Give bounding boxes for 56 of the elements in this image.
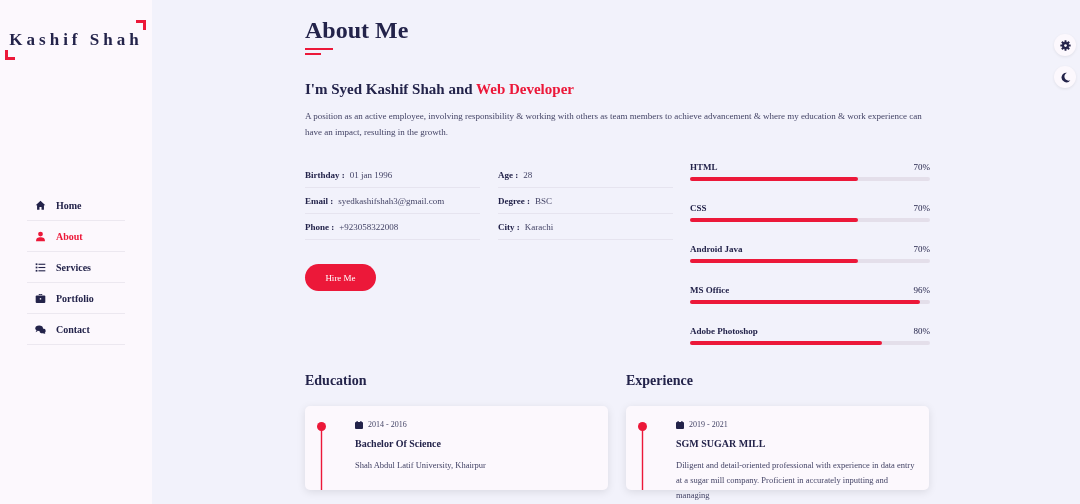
settings-button[interactable]: [1054, 34, 1076, 56]
nav-item[interactable]: About: [27, 221, 125, 252]
entry-description: Diligent and detail-oriented professional with experience in data entry at a sugar mill company. Proficient in accurately inputting and managing: [676, 459, 916, 502]
briefcase-icon: [35, 292, 46, 304]
person-icon: [35, 230, 46, 242]
logo[interactable]: Kashif Shah: [9, 30, 143, 50]
chat-bubbles-icon: [35, 323, 46, 335]
corner-mark: [5, 50, 15, 60]
info-value: BSC: [535, 195, 553, 206]
entry-title: SGM SUGAR MILL: [676, 438, 767, 449]
info-value: syedkashifshah3@gmail.com: [338, 195, 445, 206]
skill-percent: 96%: [913, 285, 930, 295]
skill-percent: 70%: [913, 203, 930, 213]
nav-item[interactable]: Contact: [27, 314, 125, 345]
dark-mode-button[interactable]: [1054, 66, 1076, 88]
skill-name: HTML: [690, 162, 718, 172]
title-underline: [305, 48, 333, 55]
skill-percent: 70%: [913, 244, 930, 254]
moon-icon: [1059, 71, 1071, 83]
info-label: Email :: [305, 195, 334, 206]
entry-description: Shah Abdul Latif University, Khairpur: [355, 459, 487, 472]
calendar-icon: [355, 420, 363, 429]
nav-item[interactable]: Home: [27, 190, 125, 221]
date-range: 2019 - 2021: [689, 420, 728, 429]
intro-heading: I'm Syed Kashif Shah and Web Developer: [305, 81, 575, 98]
info-label: Age :: [498, 169, 519, 180]
intro-paragraph: A position as an active employee, involving responsibility & working with others as team members to achieve advancement & where my education & work experience can have an impact, resulting in the growth.: [305, 110, 923, 139]
info-label: Degree :: [498, 195, 531, 206]
page-title: About Me: [305, 16, 410, 45]
date-range: 2014 - 2016: [368, 420, 407, 429]
skill-name: Adobe Photoshop: [690, 326, 758, 336]
info-value: Karachi: [524, 221, 554, 232]
section-heading: Experience: [626, 373, 694, 389]
info-label: City :: [498, 221, 520, 232]
corner-mark: [136, 20, 146, 30]
skill-name: CSS: [690, 203, 707, 213]
calendar-icon: [676, 420, 684, 429]
home-icon: [35, 199, 46, 211]
skill-percent: 80%: [913, 326, 930, 336]
skill-percent: 70%: [913, 162, 930, 172]
info-value: 01 jan 1996: [349, 169, 393, 180]
nav-item[interactable]: Portfolio: [27, 283, 125, 314]
info-value: +923058322008: [339, 221, 399, 232]
info-label: Birthday :: [305, 169, 345, 180]
entry-title: Bachelor Of Science: [355, 438, 442, 449]
hire-button[interactable]: Hire Me: [305, 264, 376, 291]
gear-icon: [1059, 39, 1071, 51]
timeline-line: [317, 422, 326, 490]
skill-name: MS Office: [690, 285, 730, 295]
timeline-line: [638, 422, 647, 490]
info-label: Phone :: [305, 221, 335, 232]
info-value: 28: [523, 169, 533, 180]
nav-item[interactable]: Services: [27, 252, 125, 283]
list-icon: [35, 261, 46, 273]
section-heading: Education: [305, 373, 368, 389]
skill-name: Android Java: [690, 244, 743, 254]
